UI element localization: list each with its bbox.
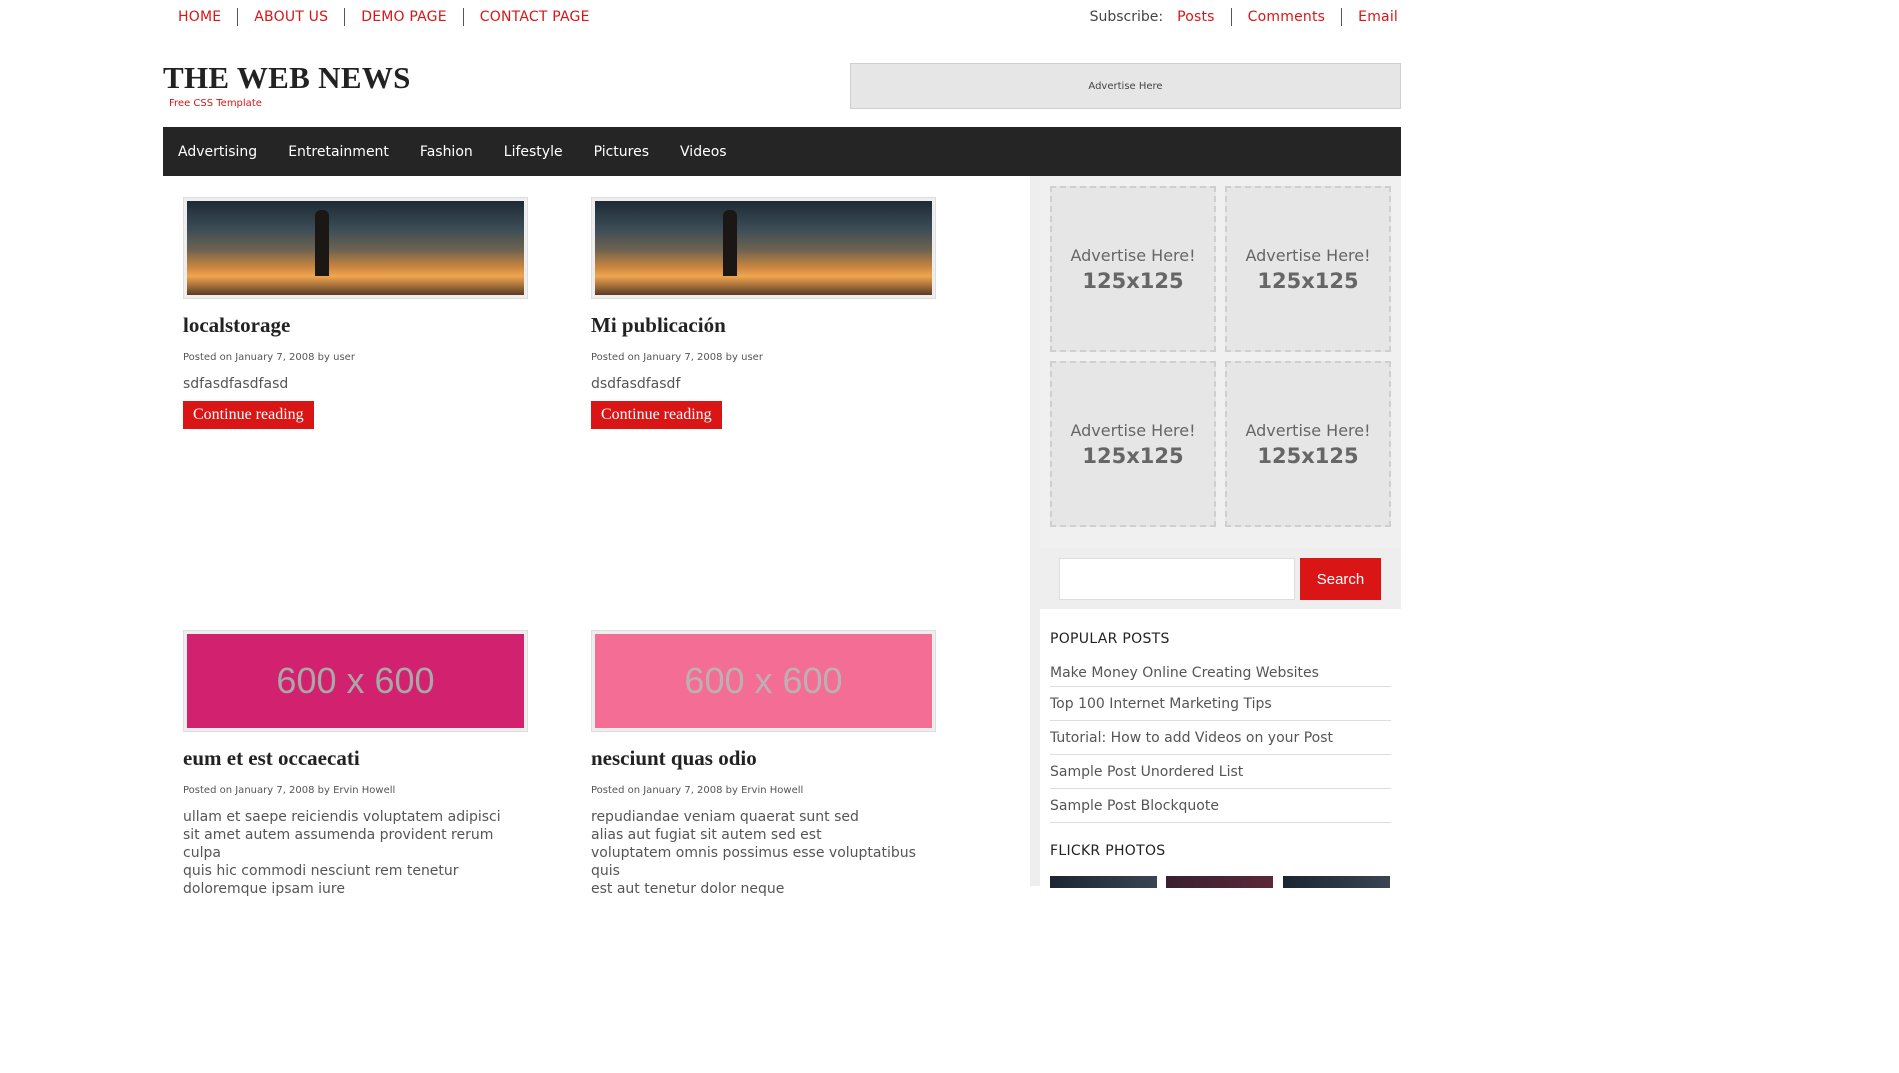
popular-post-link[interactable]: Top 100 Internet Marketing Tips — [1050, 687, 1391, 721]
menu-item-fashion[interactable]: Fashion — [420, 144, 473, 160]
post-thumbnail[interactable]: 600 x 600 — [183, 630, 528, 732]
placeholder-image: 600 x 600 — [187, 634, 524, 728]
excerpt-line: doloremque ipsam iure — [183, 881, 345, 897]
continue-reading-button[interactable]: Continue reading — [183, 401, 314, 429]
popular-posts-heading: POPULAR POSTS — [1050, 631, 1170, 647]
post-title[interactable]: Mi publicación — [591, 313, 936, 338]
flickr-photos-heading: FLICKR PHOTOS — [1050, 843, 1166, 859]
ad-box-size: 125x125 — [1082, 268, 1184, 293]
popular-post-link[interactable]: Make Money Online Creating Websites — [1050, 660, 1391, 687]
subscribe-email-link[interactable]: Email — [1342, 8, 1398, 26]
post-meta: Posted on January 7, 2008 by Ervin Howel… — [591, 785, 804, 796]
main-menu: Advertising Entretainment Fashion Lifest… — [163, 127, 1401, 176]
excerpt-line: est aut tenetur dolor neque — [591, 881, 785, 897]
menu-item-entretainment[interactable]: Entretainment — [288, 144, 389, 160]
flickr-photo[interactable] — [1283, 876, 1390, 888]
flickr-photo[interactable] — [1166, 876, 1273, 888]
popular-post-link[interactable]: Tutorial: How to add Videos on your Post — [1050, 721, 1391, 755]
menu-item-advertising[interactable]: Advertising — [178, 144, 257, 160]
ad-box-text: Advertise Here! — [1245, 245, 1371, 265]
post-excerpt: dsdfasdfasdf — [591, 376, 681, 392]
ad-box-text: Advertise Here! — [1070, 245, 1196, 265]
post-card: localstorage Posted on January 7, 2008 b… — [183, 197, 528, 429]
ad-box-size: 125x125 — [1082, 443, 1184, 468]
post-card: 600 x 600 nesciunt quas odio Posted on J… — [591, 630, 936, 898]
excerpt-line: sit amet autem assumenda provident rerum… — [183, 827, 494, 861]
post-excerpt: repudiandae veniam quaerat sunt sed alia… — [591, 808, 936, 898]
top-nav-links: HOME ABOUT US DEMO PAGE CONTACT PAGE — [170, 8, 606, 26]
sidebar-ad-box[interactable]: Advertise Here! 125x125 — [1225, 186, 1391, 352]
popular-posts-list: Make Money Online Creating Websites Top … — [1050, 660, 1391, 823]
nav-contact-link[interactable]: CONTACT PAGE — [464, 8, 606, 26]
excerpt-line: ullam et saepe reiciendis voluptatem adi… — [183, 809, 501, 825]
post-meta: Posted on January 7, 2008 by user — [183, 352, 355, 363]
search-button[interactable]: Search — [1300, 558, 1381, 600]
post-title[interactable]: nesciunt quas odio — [591, 746, 936, 771]
popular-post-link[interactable]: Sample Post Blockquote — [1050, 789, 1391, 823]
sunset-image — [595, 201, 932, 295]
site-title[interactable]: THE WEB NEWS — [163, 60, 411, 96]
post-thumbnail[interactable] — [183, 197, 528, 299]
subscribe-comments-link[interactable]: Comments — [1232, 8, 1343, 26]
header-ad-banner[interactable]: Advertise Here — [850, 63, 1401, 109]
placeholder-image-text: 600 x 600 — [684, 660, 843, 701]
post-thumbnail[interactable]: 600 x 600 — [591, 630, 936, 732]
post-excerpt: ullam et saepe reiciendis voluptatem adi… — [183, 808, 528, 898]
sidebar-ad-box[interactable]: Advertise Here! 125x125 — [1050, 186, 1216, 352]
post-meta: Posted on January 7, 2008 by Ervin Howel… — [183, 785, 396, 796]
post-meta: Posted on January 7, 2008 by user — [591, 352, 763, 363]
post-title[interactable]: localstorage — [183, 313, 528, 338]
sidebar-ad-box[interactable]: Advertise Here! 125x125 — [1225, 361, 1391, 527]
ad-box-size: 125x125 — [1257, 268, 1359, 293]
excerpt-line: voluptatem omnis possimus esse voluptati… — [591, 845, 916, 879]
post-card: 600 x 600 eum et est occaecati Posted on… — [183, 630, 528, 898]
subscribe-links: Subscribe: Posts Comments Email — [1090, 8, 1398, 26]
ad-box-text: Advertise Here! — [1245, 420, 1371, 440]
nav-about-link[interactable]: ABOUT US — [238, 8, 346, 26]
nav-demo-link[interactable]: DEMO PAGE — [345, 8, 464, 26]
menu-item-videos[interactable]: Videos — [680, 144, 727, 160]
subscribe-label: Subscribe: — [1089, 9, 1164, 25]
placeholder-image-text: 600 x 600 — [276, 660, 435, 701]
ad-box-size: 125x125 — [1257, 443, 1359, 468]
post-card: Mi publicación Posted on January 7, 2008… — [591, 197, 936, 429]
popular-post-link[interactable]: Sample Post Unordered List — [1050, 755, 1391, 789]
excerpt-line: repudiandae veniam quaerat sunt sed — [591, 809, 859, 825]
top-nav: HOME ABOUT US DEMO PAGE CONTACT PAGE Sub… — [170, 6, 1398, 28]
menu-item-lifestyle[interactable]: Lifestyle — [504, 144, 563, 160]
menu-item-pictures[interactable]: Pictures — [594, 144, 649, 160]
ad-box-text: Advertise Here! — [1070, 420, 1196, 440]
post-title[interactable]: eum et est occaecati — [183, 746, 528, 771]
header-ad-text: Advertise Here — [1088, 80, 1163, 92]
search-input[interactable] — [1059, 558, 1295, 600]
flickr-photo[interactable] — [1050, 876, 1157, 888]
site-tagline: Free CSS Template — [169, 98, 262, 109]
excerpt-line: quis hic commodi nesciunt rem tenetur — [183, 863, 459, 879]
placeholder-image: 600 x 600 — [595, 634, 932, 728]
post-excerpt: sdfasdfasdfasd — [183, 376, 289, 392]
sunset-image — [187, 201, 524, 295]
subscribe-posts-link[interactable]: Posts — [1177, 8, 1232, 26]
sidebar-ad-box[interactable]: Advertise Here! 125x125 — [1050, 361, 1216, 527]
nav-home-link[interactable]: HOME — [170, 8, 239, 26]
excerpt-line: alias aut fugiat sit autem sed est — [591, 827, 822, 843]
continue-reading-button[interactable]: Continue reading — [591, 401, 722, 429]
post-thumbnail[interactable] — [591, 197, 936, 299]
